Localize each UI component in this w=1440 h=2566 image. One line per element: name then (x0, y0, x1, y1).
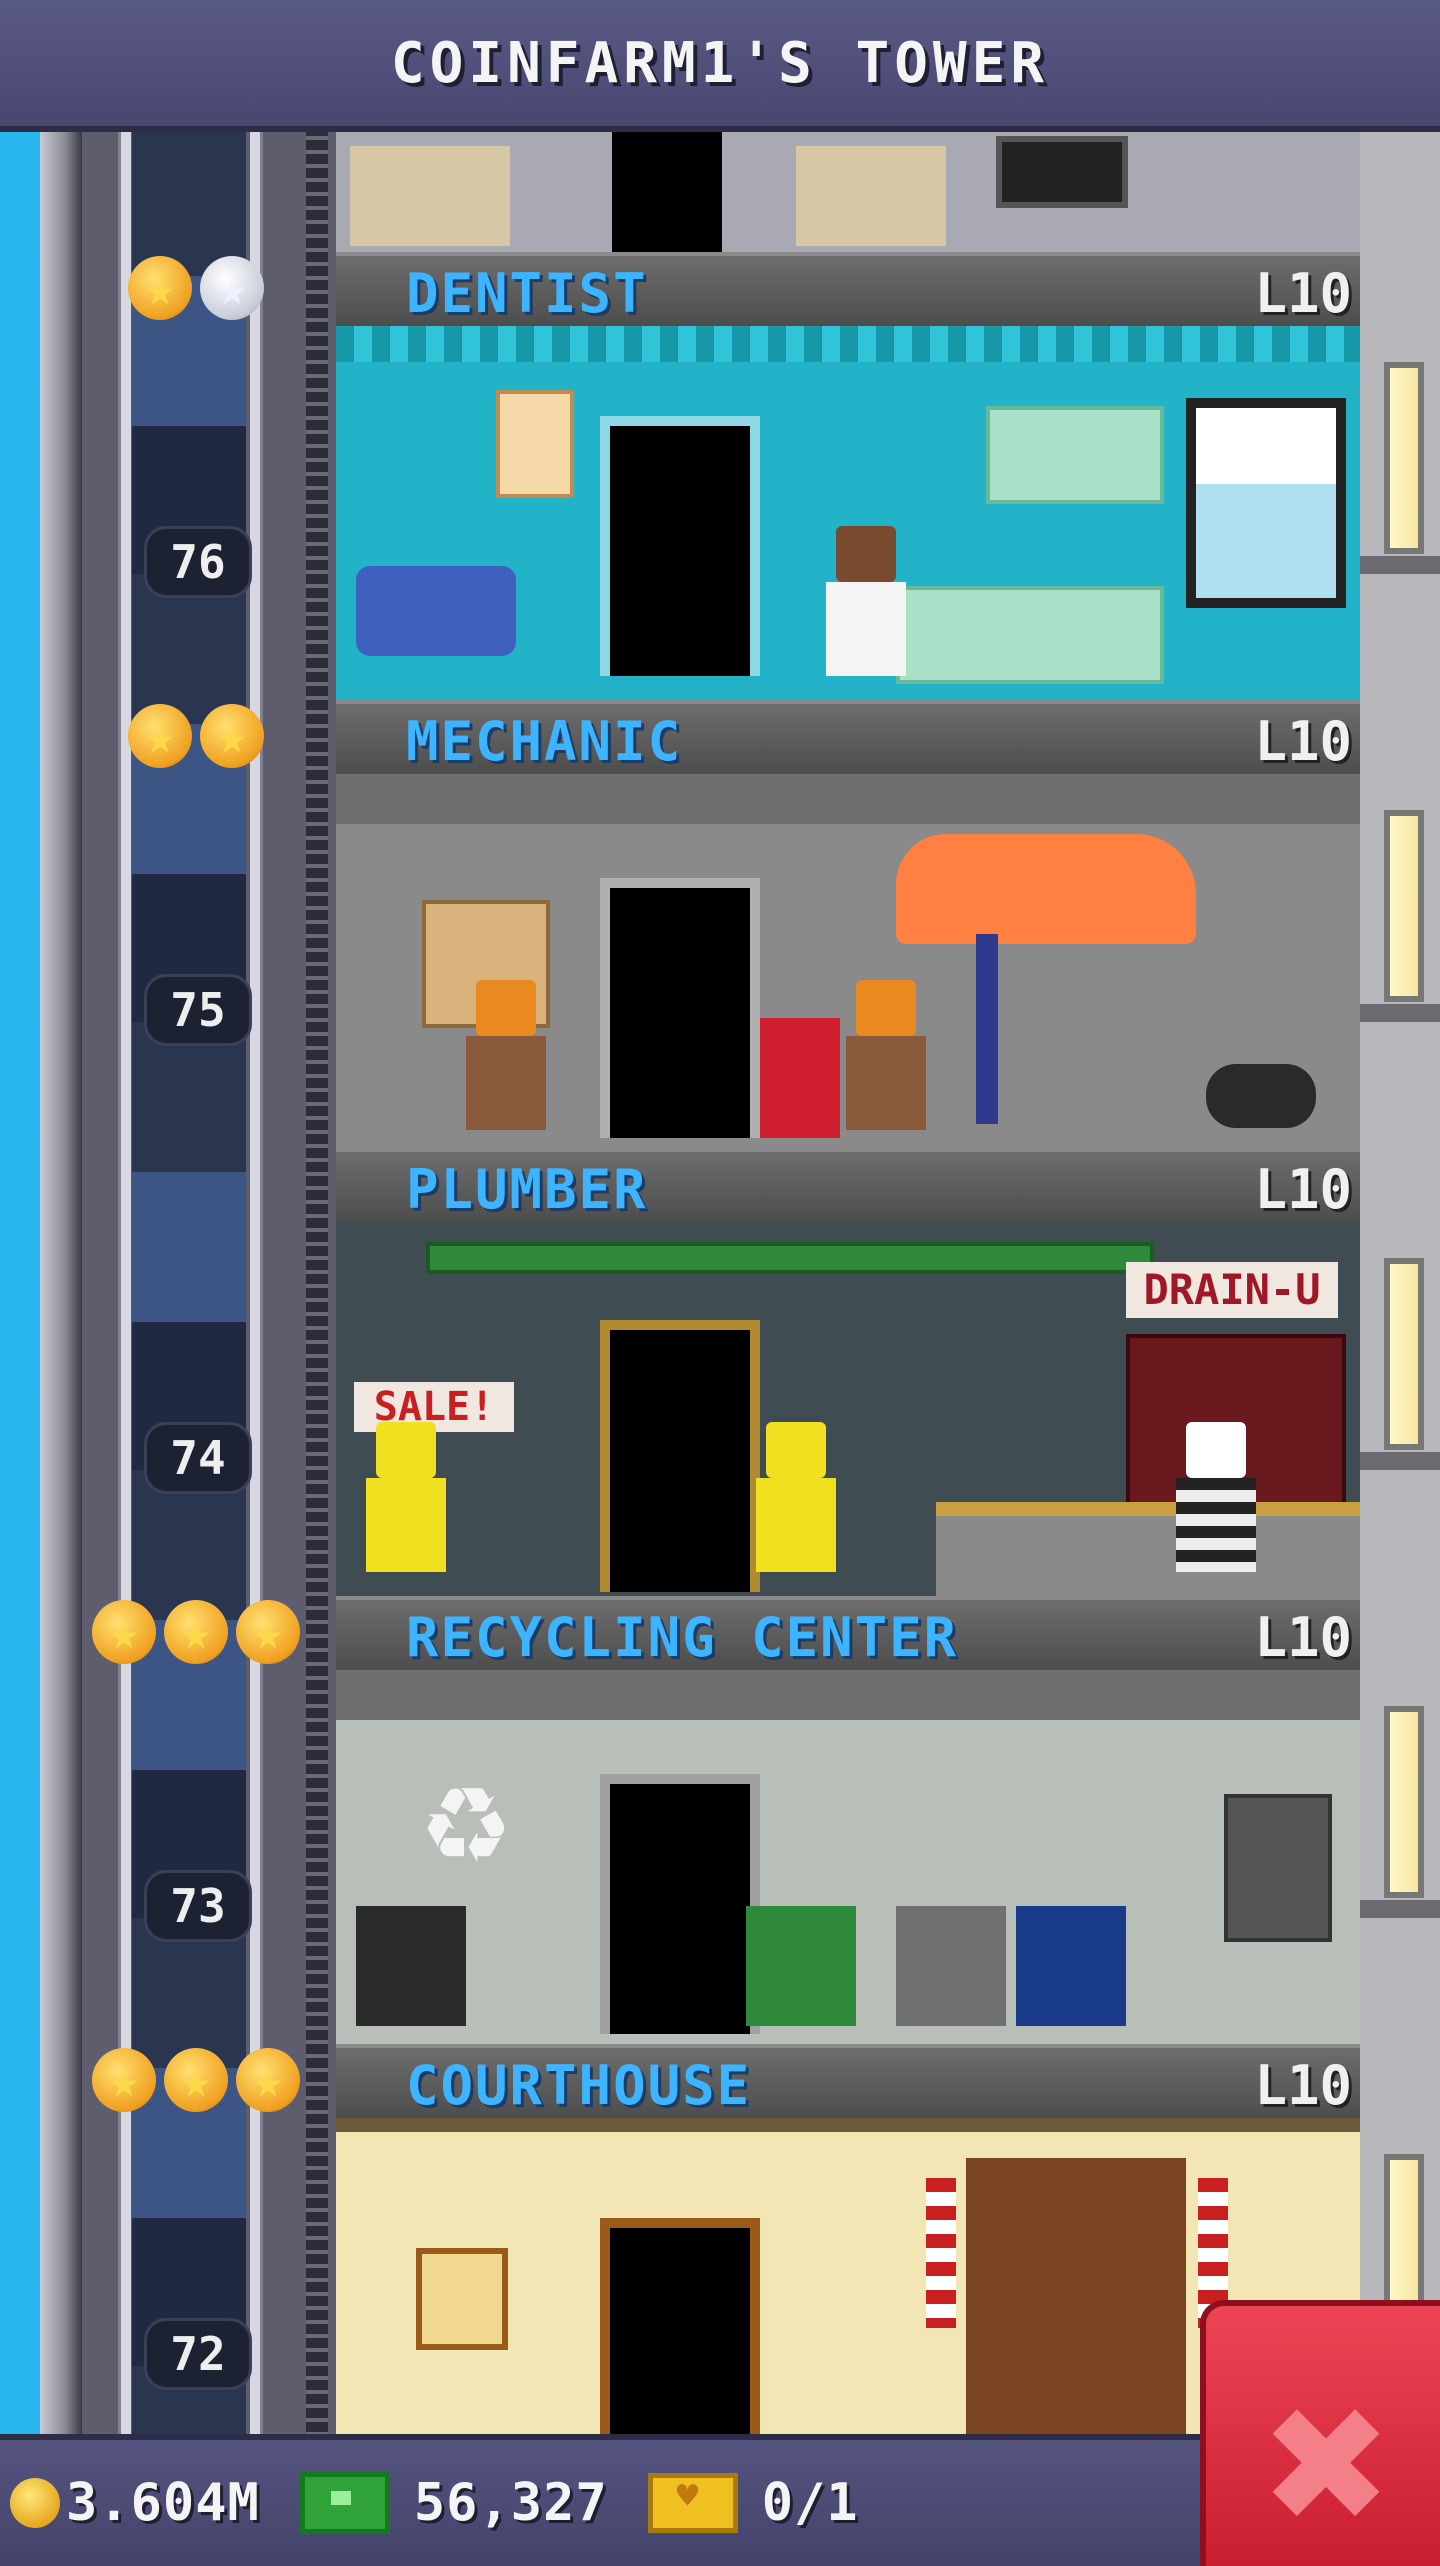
floor-stars-dentist: ★ ★ (128, 256, 264, 320)
floor-level: L10 (1254, 2054, 1352, 2117)
bin-blue (1016, 1906, 1126, 2026)
room-plumber[interactable]: SALE! DRAIN-U (336, 1222, 1360, 1596)
room-recycling-center[interactable]: ♻ (336, 1670, 1360, 2044)
ceiling-lights (336, 2118, 1360, 2132)
gold-star-icon: ★ (92, 2048, 156, 2112)
tooth-poster (496, 390, 574, 498)
gold-star-icon: ★ (128, 256, 192, 320)
drain-u-sign-text: DRAIN-U (1143, 1265, 1321, 1314)
floor-name: MECHANIC (406, 710, 683, 773)
pipes (426, 1242, 1154, 1274)
elevator-door[interactable] (600, 416, 760, 676)
coins-display[interactable]: 3.604M (10, 2473, 260, 2533)
sky-background (0, 126, 40, 2434)
floor-level: L10 (1254, 262, 1352, 325)
room-dentist[interactable] (336, 326, 1360, 700)
tower-floors[interactable]: DENTIST L10 MECHANIC L10 PLUMBER L10 SAL… (336, 126, 1360, 2434)
floor-name: DENTIST (406, 262, 648, 325)
gold-star-icon: ★ (164, 2048, 228, 2112)
notice-frame (416, 2248, 508, 2350)
tower-title: COINFARM1'S TOWER (390, 30, 1050, 96)
gold-star-icon: ★ (128, 704, 192, 768)
floor-level: L10 (1254, 1606, 1352, 1669)
car (896, 834, 1196, 944)
floor-stars-recycling: ★ ★ ★ (92, 1600, 300, 1664)
cabinets (986, 406, 1164, 504)
atm-machine (1224, 1794, 1332, 1942)
window (1186, 398, 1346, 608)
floor-stars-mechanic: ★ ★ (128, 704, 264, 768)
floor-number: 72 (144, 2318, 252, 2390)
gold-star-icon: ★ (236, 1600, 300, 1664)
coins-amount: 3.604M (66, 2473, 260, 2533)
floor-level: L10 (1254, 710, 1352, 773)
bin-green (746, 1906, 856, 2026)
elevator-door[interactable] (600, 2218, 760, 2434)
bux-display[interactable]: 56,327 (299, 2472, 608, 2534)
drain-u-sign: DRAIN-U (1126, 1262, 1338, 1318)
elevator-door[interactable] (600, 878, 760, 1138)
floor-label-plumber[interactable]: PLUMBER L10 (336, 1148, 1360, 1230)
tower-header: COINFARM1'S TOWER (0, 0, 1440, 132)
floor-name: COURTHOUSE (406, 2054, 752, 2117)
window (1384, 1706, 1424, 1898)
floor-number: 74 (144, 1422, 252, 1494)
counter (936, 1502, 1360, 1596)
window (1384, 810, 1424, 1002)
floor-name: PLUMBER (406, 1158, 648, 1221)
floor-label-mechanic[interactable]: MECHANIC L10 (336, 700, 1360, 782)
worker-dentist[interactable] (816, 526, 916, 676)
worker-plumber-1[interactable] (356, 1422, 456, 1572)
floor-number: 73 (144, 1870, 252, 1942)
gold-star-icon: ★ (92, 1600, 156, 1664)
dental-chair (356, 566, 516, 656)
room-partial-top[interactable] (336, 126, 1360, 252)
elevator-door[interactable] (600, 1774, 760, 2034)
close-icon: ✖ (1258, 2372, 1394, 2559)
worker-plumber-2[interactable] (746, 1422, 846, 1572)
bin-black (356, 1906, 466, 2026)
bin-gray (896, 1906, 1006, 2026)
floor-label-dentist[interactable]: DENTIST L10 (336, 252, 1360, 334)
gold-star-icon: ★ (164, 1600, 228, 1664)
floor-number: 75 (144, 974, 252, 1046)
recycle-symbol-icon: ♻ (423, 1733, 509, 1896)
floor-number: 76 (144, 526, 252, 598)
tickets-display[interactable]: 0/1 (647, 2473, 859, 2533)
close-button[interactable]: ✖ (1200, 2300, 1440, 2566)
gold-star-icon: ★ (200, 704, 264, 768)
tickets-amount: 0/1 (761, 2473, 859, 2533)
elevator-shaft[interactable]: ★ ★ 76 ★ ★ 75 74 ★ ★ ★ 73 ★ ★ ★ 72 (40, 126, 336, 2434)
cabinets-lower (896, 586, 1164, 684)
room-mechanic[interactable] (336, 774, 1360, 1148)
floor-label-recycling-center[interactable]: RECYCLING CENTER L10 (336, 1596, 1360, 1678)
bux-amount: 56,327 (413, 2473, 608, 2533)
worker-mechanic-2[interactable] (836, 980, 936, 1130)
judge-bench (966, 2158, 1186, 2434)
floor-name: RECYCLING CENTER (406, 1606, 959, 1669)
tower-bux-icon (299, 2472, 390, 2534)
floor-level: L10 (1254, 1158, 1352, 1221)
floor-stars-courthouse: ★ ★ ★ (92, 2048, 300, 2112)
tires (1206, 1064, 1316, 1128)
flag-left (926, 2178, 956, 2328)
floor-label-courthouse[interactable]: COURTHOUSE L10 (336, 2044, 1360, 2126)
coin-icon (10, 2478, 60, 2528)
window (1384, 1258, 1424, 1450)
elevator-door[interactable] (600, 1320, 760, 1592)
gold-star-icon: ★ (236, 2048, 300, 2112)
silver-star-icon: ★ (200, 256, 264, 320)
car-lift (976, 934, 998, 1124)
golden-ticket-icon (647, 2473, 738, 2533)
tool-chest (760, 1018, 840, 1138)
visitor[interactable] (1166, 1422, 1266, 1572)
worker-mechanic-1[interactable] (456, 980, 556, 1130)
window (1384, 362, 1424, 554)
